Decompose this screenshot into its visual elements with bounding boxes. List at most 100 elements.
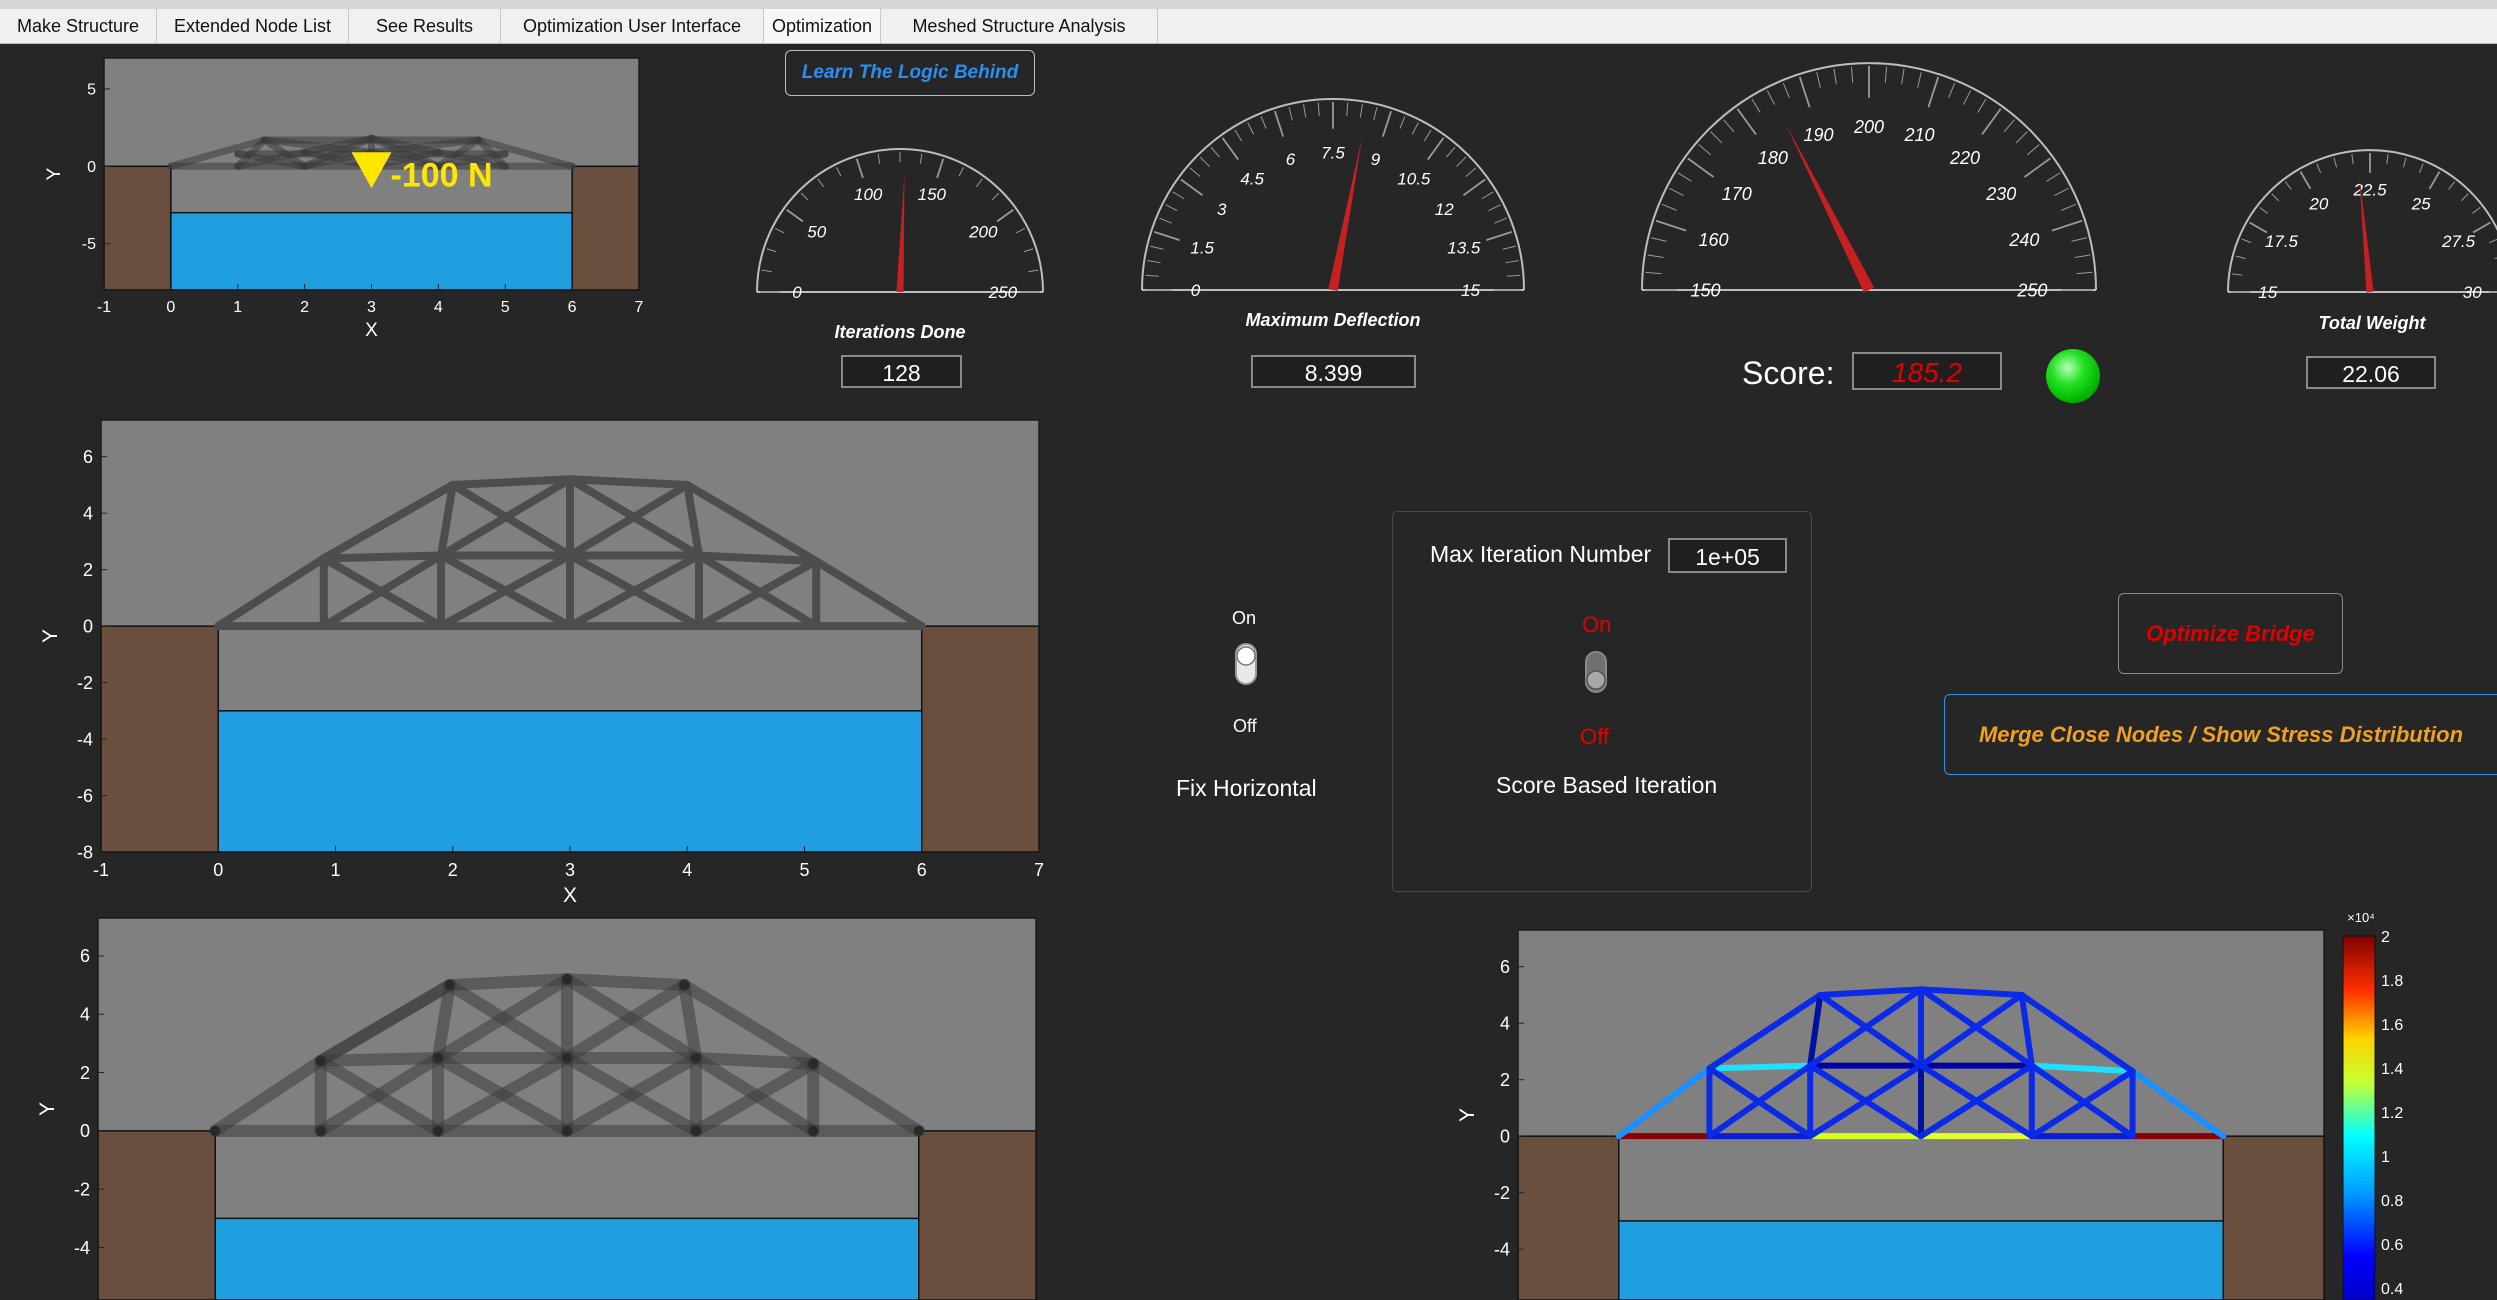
mid-water xyxy=(217,710,923,853)
mid-ytick-label: -6 xyxy=(77,786,93,806)
fix-switch-on-label: On xyxy=(1232,608,1257,628)
bot-node xyxy=(808,1125,819,1136)
stress-right-bank xyxy=(2222,1135,2325,1300)
tab-see-results[interactable]: See Results xyxy=(349,9,501,43)
bot-node xyxy=(808,1058,819,1069)
mid-member xyxy=(566,475,692,489)
top-water xyxy=(170,211,573,291)
stress-ytick-label: -4 xyxy=(1494,1239,1510,1259)
bot-left-bank xyxy=(97,1130,216,1300)
bot-node xyxy=(433,1125,444,1136)
stress-ytick-label: 4 xyxy=(1500,1014,1510,1034)
max-iteration-label: Max Iteration Number xyxy=(1430,541,1652,567)
tab-optimization-user-interface[interactable]: Optimization User Interface xyxy=(501,9,764,43)
mid-member xyxy=(448,475,574,489)
colorbar-tick-label: 0.4 xyxy=(2381,1281,2403,1298)
bot-plot: 6 4 2 0 -2 -4 Y xyxy=(36,917,1037,1300)
colorbar-tick-label: 1.8 xyxy=(2381,973,2403,990)
optimize-bridge-button[interactable]: Optimize Bridge xyxy=(2118,593,2343,674)
tab-meshed-structure-analysis[interactable]: Meshed Structure Analysis xyxy=(881,9,1158,43)
bot-ytick-label: -2 xyxy=(74,1179,90,1199)
tab-bar: Make Structure Extended Node List See Re… xyxy=(0,0,2497,44)
mid-ytick-label: 6 xyxy=(83,447,93,467)
top-xtick-label: 4 xyxy=(434,299,443,316)
bot-node xyxy=(562,974,572,985)
bot-node xyxy=(690,1052,701,1063)
colorbar-tick-label: 1 xyxy=(2381,1149,2390,1166)
top-xtick-label: 1 xyxy=(233,299,242,316)
stress-ylabel: Y xyxy=(1456,1108,1479,1122)
bot-node xyxy=(433,1052,444,1063)
score-switch-off-label: Off xyxy=(1580,724,1609,749)
top-xtick-label: 2 xyxy=(300,299,309,316)
top-xtick-label: 7 xyxy=(635,299,644,316)
mid-xtick-label: 7 xyxy=(1034,860,1044,880)
top-ytick-label: 5 xyxy=(87,82,96,99)
bot-ytick-label: 2 xyxy=(80,1063,90,1083)
mid-ytick-label: -2 xyxy=(77,673,93,693)
load-label: -100 N xyxy=(390,156,492,194)
top-xtick-label: -1 xyxy=(97,299,111,316)
merge-nodes-button[interactable]: Merge Close Nodes / Show Stress Distribu… xyxy=(1944,694,2497,775)
bot-ytick-label: -4 xyxy=(74,1238,90,1258)
fix-horizontal-switch[interactable] xyxy=(1226,636,1266,692)
mid-xtick-label: 6 xyxy=(917,860,927,880)
top-xtick-label: 5 xyxy=(501,299,510,316)
top-xtick-label: 3 xyxy=(367,299,376,316)
mid-xtick-label: 0 xyxy=(213,860,223,880)
top-xlabel: X xyxy=(365,320,378,341)
stress-colorbar xyxy=(2342,935,2376,1300)
mid-plot: -1 0 1 2 3 4 5 6 7 6 4 2 0 -2 -4 -6 -8 X Y xyxy=(39,419,1044,907)
stress-ytick-label: 6 xyxy=(1500,957,1510,977)
top-xtick-label: 0 xyxy=(166,299,175,316)
mid-member xyxy=(694,551,821,566)
score-based-switch[interactable] xyxy=(1576,644,1616,700)
tab-extended-node-list[interactable]: Extended Node List xyxy=(157,9,349,43)
stress-member xyxy=(1706,1062,1814,1072)
bot-node xyxy=(913,1125,924,1136)
bot-node xyxy=(562,1125,572,1136)
tab-make-structure[interactable]: Make Structure xyxy=(0,9,157,43)
mid-xtick-label: 1 xyxy=(330,860,340,880)
fix-horizontal-label: Fix Horizontal xyxy=(1176,775,1317,801)
mid-ylabel: Y xyxy=(39,629,62,643)
mid-member xyxy=(319,551,446,563)
top-plot: -100 N -1 0 1 2 3 4 5 6 7 5 0 -5 X Y xyxy=(44,57,644,341)
mid-ytick-label: 2 xyxy=(83,560,93,580)
bot-node xyxy=(562,1052,572,1063)
bot-ylabel: Y xyxy=(36,1102,59,1116)
top-right-bank xyxy=(571,165,640,291)
bot-ytick-label: 6 xyxy=(80,946,90,966)
bot-node xyxy=(444,980,455,991)
mid-xlabel: X xyxy=(563,884,577,907)
stress-ytick-label: 0 xyxy=(1500,1126,1510,1146)
mid-left-bank xyxy=(100,625,219,853)
mid-ytick-label: -8 xyxy=(77,842,93,862)
fix-switch-off-label: Off xyxy=(1233,716,1257,736)
mid-xtick-label: 4 xyxy=(682,860,692,880)
colorbar-tick-label: 0.6 xyxy=(2381,1237,2403,1254)
bot-node xyxy=(679,980,690,991)
tab-optimization[interactable]: Optimization xyxy=(764,9,881,43)
bot-water xyxy=(214,1217,920,1300)
top-ytick-label: 0 xyxy=(87,159,96,176)
bot-node xyxy=(315,1055,326,1066)
bot-node xyxy=(690,1125,701,1136)
top-ylabel: Y xyxy=(44,167,65,180)
bot-node xyxy=(315,1125,326,1136)
mid-ytick-label: -4 xyxy=(77,729,93,749)
stress-plot: 6 4 2 0 -2 -4 Y xyxy=(1456,929,2325,1300)
bot-ytick-label: 0 xyxy=(80,1121,90,1141)
colorbar-tick-label: 1.6 xyxy=(2381,1017,2403,1034)
top-left-bank xyxy=(103,165,172,291)
bot-ytick-label: 4 xyxy=(80,1005,90,1025)
colorbar-tick-label: 1.2 xyxy=(2381,1105,2403,1122)
mid-xtick-label: 2 xyxy=(448,860,458,880)
colorbar-tick-label: 1.4 xyxy=(2381,1061,2403,1078)
window-top-strip xyxy=(0,0,2497,9)
stress-ytick-label: -2 xyxy=(1494,1183,1510,1203)
max-iteration-input[interactable]: 1e+05 xyxy=(1668,538,1787,573)
mid-right-bank xyxy=(921,625,1040,853)
top-xtick-label: 6 xyxy=(568,299,577,316)
mid-xtick-label: 5 xyxy=(799,860,809,880)
